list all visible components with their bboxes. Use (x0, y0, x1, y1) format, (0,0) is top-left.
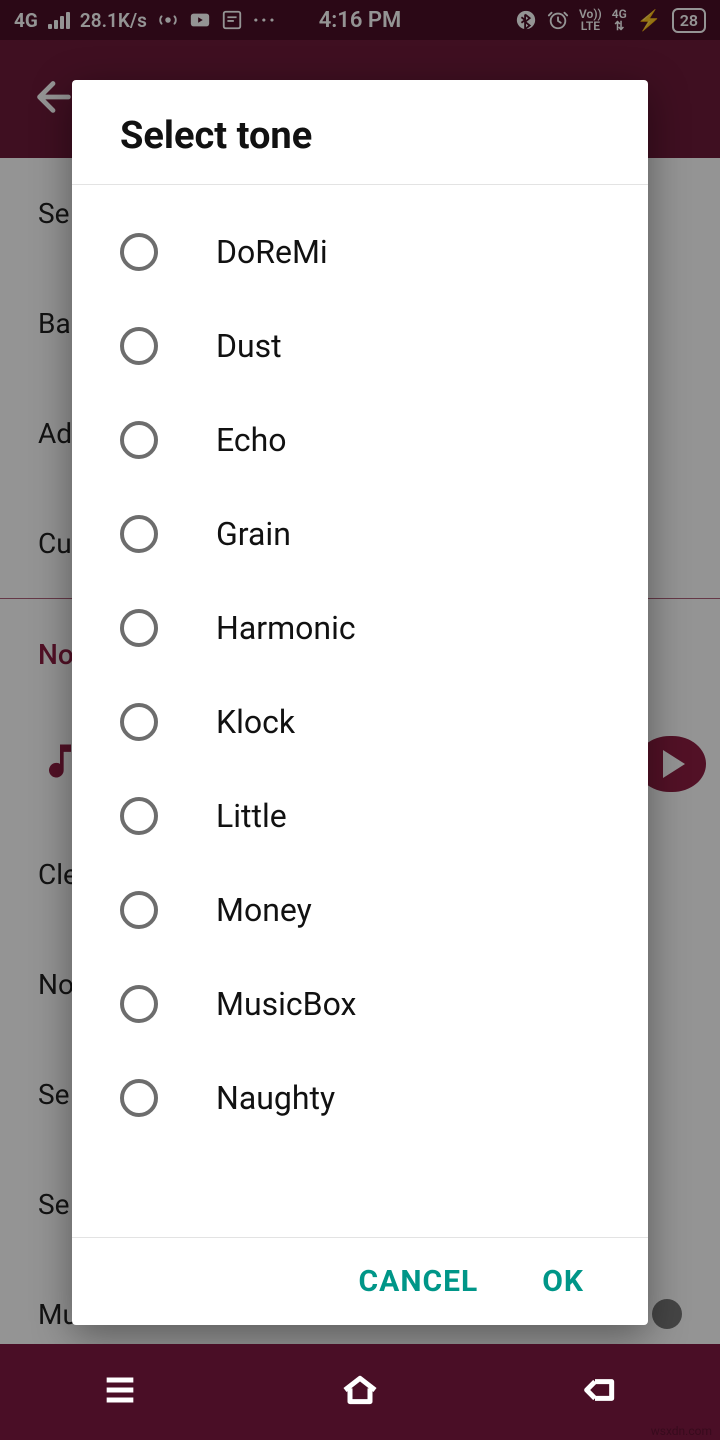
tone-label: Klock (216, 703, 295, 741)
radio-icon[interactable] (120, 327, 158, 365)
radio-icon[interactable] (120, 1079, 158, 1117)
tone-option[interactable]: Dust (72, 299, 648, 393)
home-button[interactable] (336, 1370, 384, 1414)
tone-label: Harmonic (216, 609, 356, 647)
radio-icon[interactable] (120, 515, 158, 553)
tone-option[interactable]: DoReMi (72, 205, 648, 299)
tone-option[interactable]: Klock (72, 675, 648, 769)
tone-option[interactable]: Echo (72, 393, 648, 487)
tone-label: Dust (216, 327, 282, 365)
radio-icon[interactable] (120, 797, 158, 835)
tone-option[interactable]: Doda (72, 185, 648, 205)
tone-label: Little (216, 797, 287, 835)
screen: 4G 28.1K/s ··· 4:16 PM (0, 0, 720, 1440)
radio-icon[interactable] (120, 985, 158, 1023)
tone-label: Money (216, 891, 312, 929)
back-nav-button[interactable] (576, 1370, 624, 1414)
radio-icon[interactable] (120, 703, 158, 741)
tone-option[interactable]: MusicBox (72, 957, 648, 1051)
navigation-bar (0, 1344, 720, 1440)
radio-icon[interactable] (120, 421, 158, 459)
tone-label: Echo (216, 421, 287, 459)
tone-option[interactable]: Harmonic (72, 581, 648, 675)
watermark: wsxdn.com (651, 1424, 712, 1438)
tone-option[interactable]: Naughty (72, 1051, 648, 1145)
radio-icon[interactable] (120, 609, 158, 647)
tone-option[interactable]: Money (72, 863, 648, 957)
radio-icon[interactable] (120, 891, 158, 929)
tone-option[interactable]: Little (72, 769, 648, 863)
cancel-button[interactable]: CANCEL (359, 1264, 479, 1299)
tone-label: Naughty (216, 1079, 335, 1117)
tone-list-inner: Doda DoReMi Dust Echo Grain Harmonic Klo… (72, 185, 648, 1145)
ok-button[interactable]: OK (542, 1264, 584, 1299)
tone-label: Grain (216, 515, 291, 553)
dialog-actions: CANCEL OK (72, 1237, 648, 1325)
tone-option[interactable]: Grain (72, 487, 648, 581)
select-tone-dialog: Select tone Doda DoReMi Dust Echo Grain … (72, 80, 648, 1325)
tone-label: MusicBox (216, 985, 356, 1023)
tone-label: DoReMi (216, 233, 328, 271)
tone-list[interactable]: Doda DoReMi Dust Echo Grain Harmonic Klo… (72, 185, 648, 1237)
dialog-title: Select tone (72, 80, 648, 185)
radio-icon[interactable] (120, 233, 158, 271)
recent-apps-button[interactable] (96, 1370, 144, 1414)
